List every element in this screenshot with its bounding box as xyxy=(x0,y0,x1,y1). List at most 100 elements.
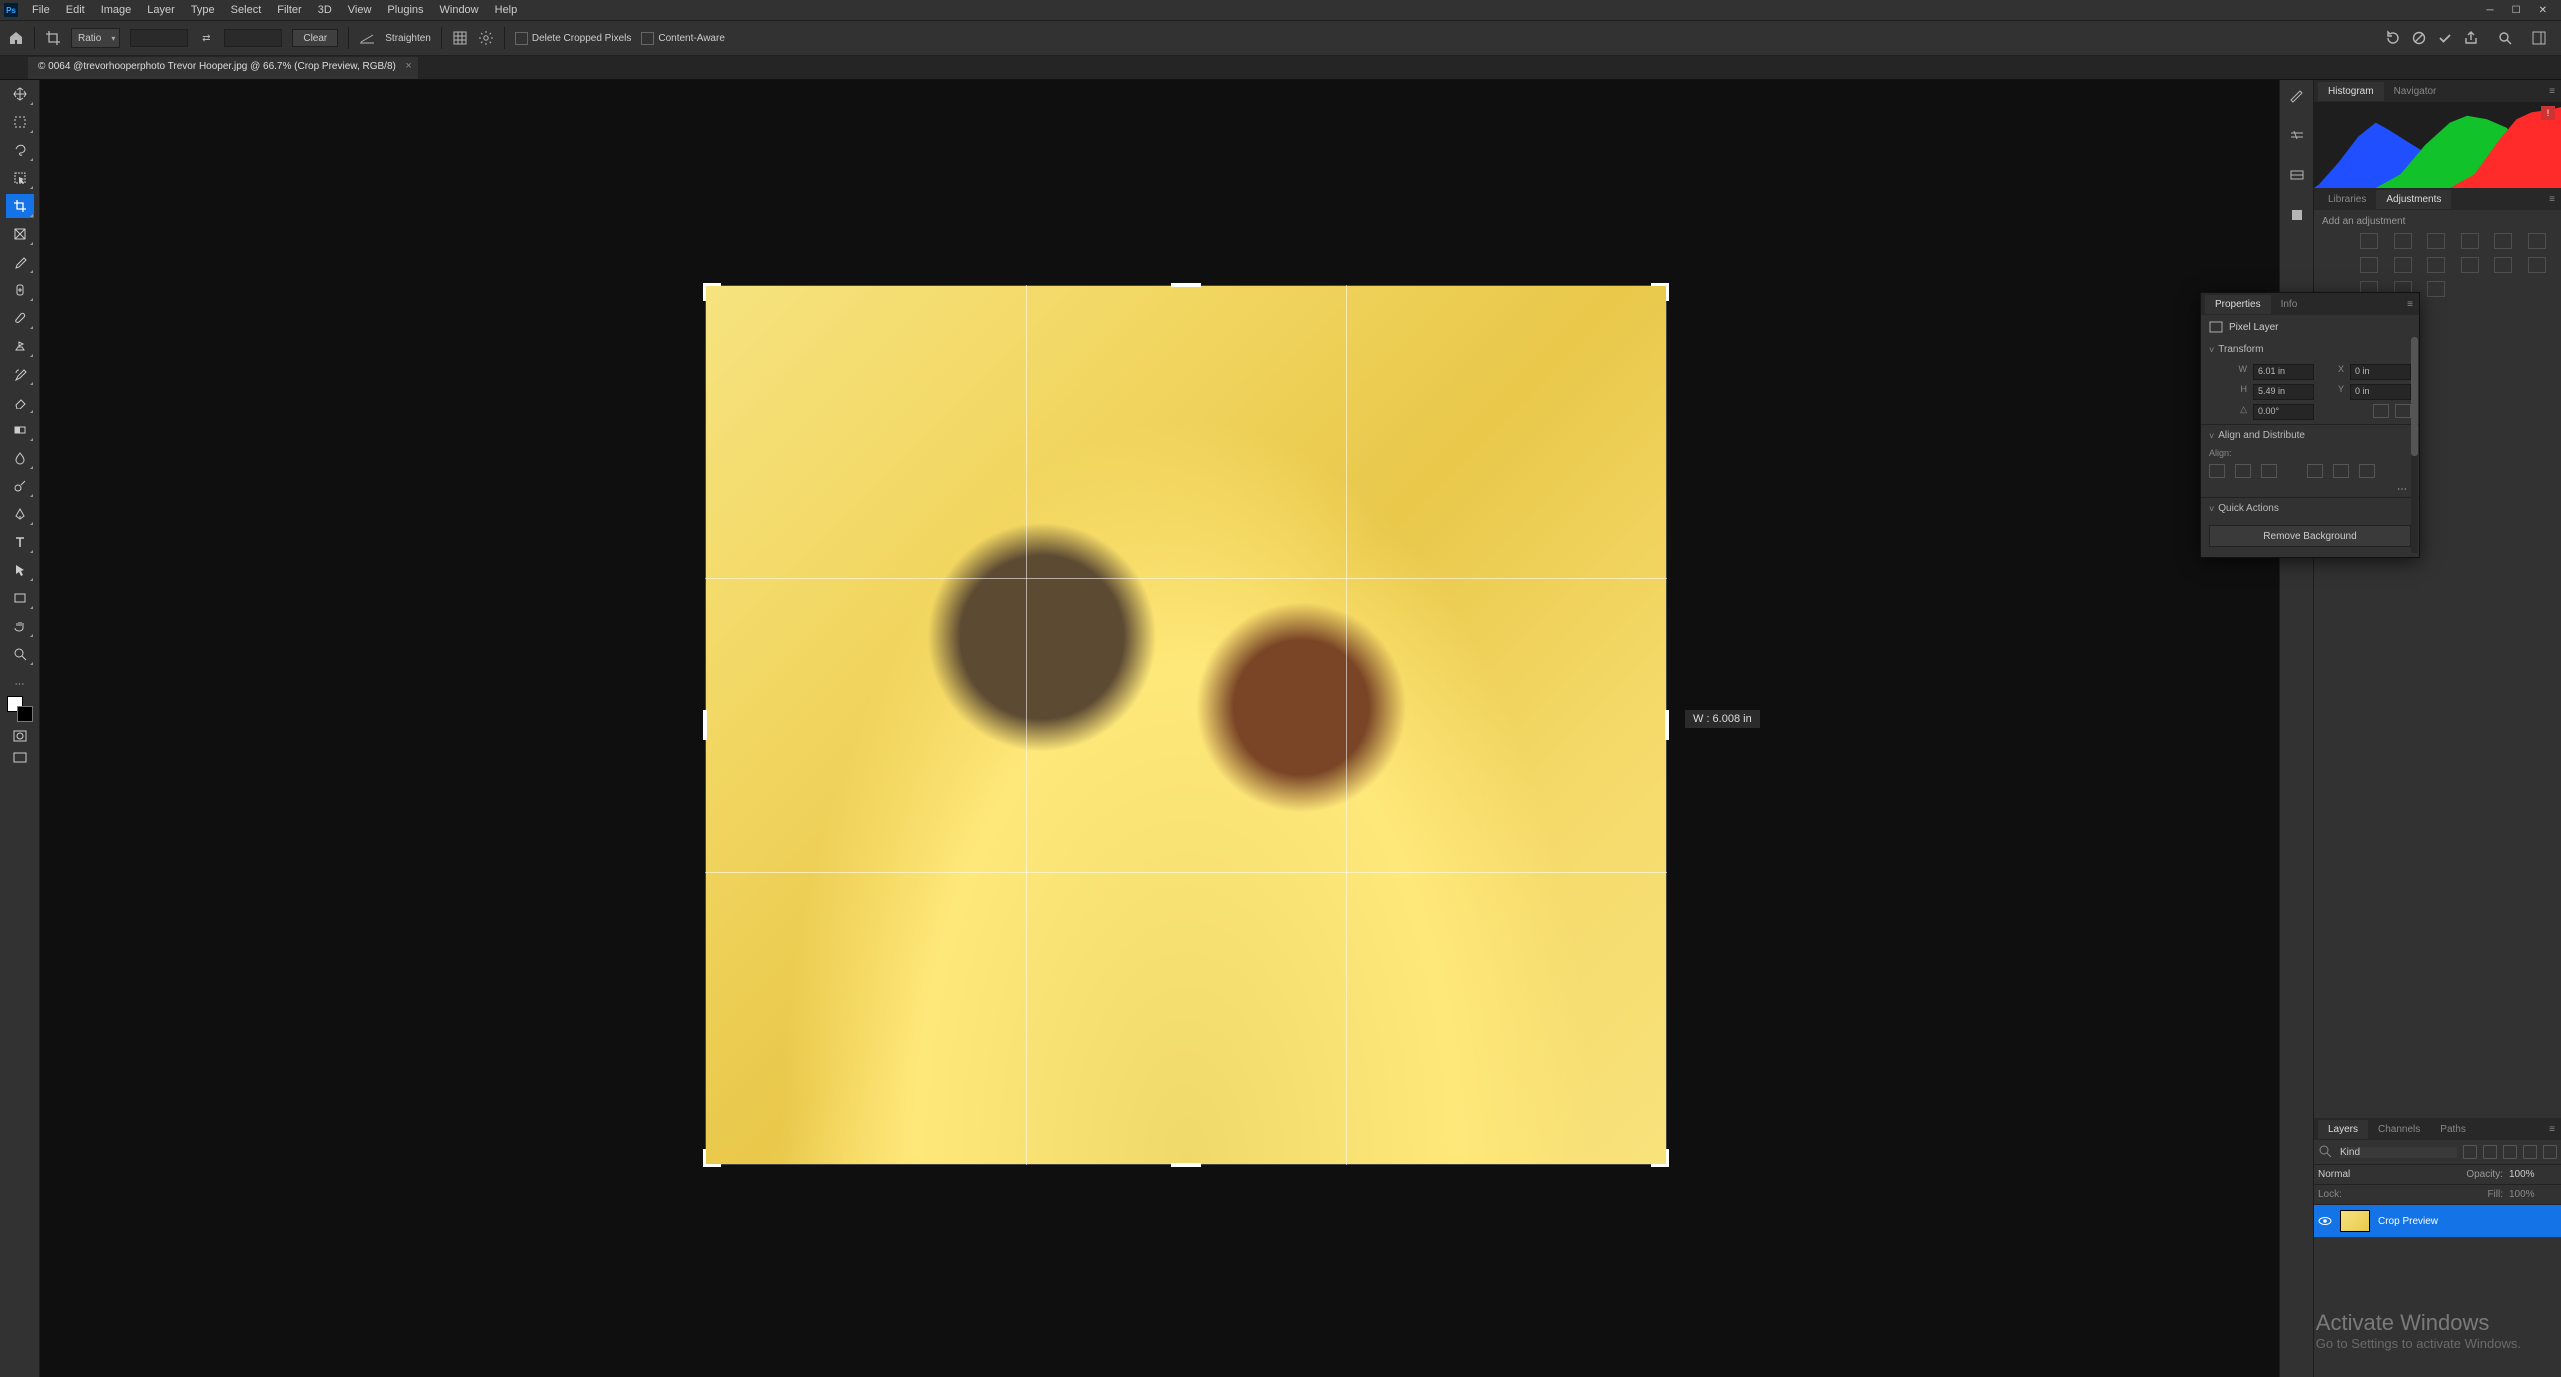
edit-toolbar-icon[interactable]: ⋯ xyxy=(9,676,31,692)
canvas-viewport[interactable]: W : 6.008 in xyxy=(40,80,2279,1377)
tab-channels[interactable]: Channels xyxy=(2368,1120,2430,1139)
crop-handle-tl[interactable] xyxy=(703,283,721,301)
menu-window[interactable]: Window xyxy=(432,2,487,18)
filter-adjust-icon[interactable] xyxy=(2483,1145,2497,1159)
marquee-tool[interactable] xyxy=(6,110,34,134)
crop-handle-tr[interactable] xyxy=(1651,283,1669,301)
visibility-icon[interactable] xyxy=(2318,1214,2332,1228)
quickmask-icon[interactable] xyxy=(9,728,31,744)
opacity-dropdown[interactable]: 100% xyxy=(2509,1169,2557,1180)
menu-help[interactable]: Help xyxy=(487,2,526,18)
adj-posterize-icon[interactable] xyxy=(2528,257,2546,273)
gear-icon[interactable] xyxy=(478,30,494,46)
crop-height-field[interactable] xyxy=(224,29,282,47)
align-section-head[interactable]: Align and Distribute xyxy=(2201,424,2419,446)
gradients-panel-icon[interactable] xyxy=(2288,166,2306,184)
tab-paths[interactable]: Paths xyxy=(2430,1120,2476,1139)
crop-overlay[interactable] xyxy=(705,285,1667,1165)
adj-levels-icon[interactable] xyxy=(2394,233,2412,249)
home-icon[interactable] xyxy=(8,30,24,46)
tab-navigator[interactable]: Navigator xyxy=(2384,82,2447,101)
width-field[interactable]: 6.01 in xyxy=(2253,364,2314,380)
frame-tool[interactable] xyxy=(6,222,34,246)
y-field[interactable]: 0 in xyxy=(2350,384,2411,400)
document-tab[interactable]: © 0064 @trevorhooperphoto Trevor Hooper.… xyxy=(28,57,418,79)
menu-3d[interactable]: 3D xyxy=(310,2,340,18)
zoom-tool[interactable] xyxy=(6,642,34,666)
gradient-tool[interactable] xyxy=(6,418,34,442)
workspace-icon[interactable] xyxy=(2531,30,2547,46)
close-tab-icon[interactable]: × xyxy=(405,60,411,72)
height-field[interactable]: 5.49 in xyxy=(2253,384,2314,400)
content-aware-checkbox[interactable]: Content-Aware xyxy=(641,32,725,45)
overlay-icon[interactable] xyxy=(452,30,468,46)
clear-button[interactable]: Clear xyxy=(292,29,338,47)
cancel-icon[interactable] xyxy=(2411,30,2427,46)
tab-adjustments[interactable]: Adjustments xyxy=(2376,190,2451,209)
align-hcenter-icon[interactable] xyxy=(2235,464,2251,478)
adj-bw-icon[interactable] xyxy=(2360,257,2378,273)
commit-icon[interactable] xyxy=(2437,30,2453,46)
shape-tool[interactable] xyxy=(6,586,34,610)
dodge-tool[interactable] xyxy=(6,474,34,498)
crop-width-field[interactable] xyxy=(130,29,188,47)
more-options-icon[interactable]: ⋯ xyxy=(2397,484,2409,495)
delete-cropped-checkbox[interactable]: Delete Cropped Pixels xyxy=(515,32,632,45)
menu-plugins[interactable]: Plugins xyxy=(379,2,431,18)
panel-menu-icon[interactable]: ≡ xyxy=(2543,86,2561,97)
swap-icon[interactable]: ⇄ xyxy=(198,30,214,46)
angle-field[interactable]: 0.00° xyxy=(2253,404,2314,420)
minimize-icon[interactable]: ─ xyxy=(2487,5,2494,16)
filter-type-icon[interactable] xyxy=(2503,1145,2517,1159)
crop-icon[interactable] xyxy=(45,30,61,46)
menu-image[interactable]: Image xyxy=(93,2,140,18)
type-tool[interactable] xyxy=(6,530,34,554)
crop-handle-bl[interactable] xyxy=(703,1149,721,1167)
align-right-icon[interactable] xyxy=(2261,464,2277,478)
menu-type[interactable]: Type xyxy=(183,2,223,18)
x-field[interactable]: 0 in xyxy=(2350,364,2411,380)
tab-info[interactable]: Info xyxy=(2271,295,2308,314)
layer-filter-kind-dropdown[interactable]: Kind xyxy=(2340,1147,2457,1158)
panel-menu-icon[interactable]: ≡ xyxy=(2543,1124,2561,1135)
adj-brightness-icon[interactable] xyxy=(2360,233,2378,249)
screenmode-icon[interactable] xyxy=(9,750,31,766)
brush-tool[interactable] xyxy=(6,306,34,330)
quick-actions-head[interactable]: Quick Actions xyxy=(2201,497,2419,519)
properties-panel[interactable]: Properties Info ≡ Pixel Layer Transform … xyxy=(2200,292,2420,558)
pen-tool[interactable] xyxy=(6,502,34,526)
swatches-panel-icon[interactable] xyxy=(2288,126,2306,144)
adj-channel-mixer-icon[interactable] xyxy=(2427,257,2445,273)
healing-tool[interactable] xyxy=(6,278,34,302)
layer-thumbnail[interactable] xyxy=(2340,1210,2370,1232)
menu-layer[interactable]: Layer xyxy=(139,2,183,18)
ratio-dropdown[interactable]: Ratio xyxy=(71,28,120,48)
menu-view[interactable]: View xyxy=(340,2,380,18)
blur-tool[interactable] xyxy=(6,446,34,470)
straighten-label[interactable]: Straighten xyxy=(385,33,431,44)
search-icon[interactable] xyxy=(2497,30,2513,46)
menu-select[interactable]: Select xyxy=(223,2,270,18)
lasso-tool[interactable] xyxy=(6,138,34,162)
history-brush-tool[interactable] xyxy=(6,362,34,386)
path-select-tool[interactable] xyxy=(6,558,34,582)
move-tool[interactable] xyxy=(6,82,34,106)
panel-menu-icon[interactable]: ≡ xyxy=(2543,194,2561,205)
layer-row[interactable]: Crop Preview xyxy=(2314,1205,2561,1237)
adj-selective-icon[interactable] xyxy=(2427,281,2445,297)
adj-curves-icon[interactable] xyxy=(2427,233,2445,249)
straighten-icon[interactable] xyxy=(359,30,375,46)
filter-pixel-icon[interactable] xyxy=(2463,1145,2477,1159)
color-panel-icon[interactable] xyxy=(2288,86,2306,104)
share-icon[interactable] xyxy=(2463,30,2479,46)
transform-section-head[interactable]: Transform xyxy=(2201,339,2419,360)
layer-name[interactable]: Crop Preview xyxy=(2378,1216,2438,1227)
adj-photo-filter-icon[interactable] xyxy=(2394,257,2412,273)
fill-dropdown[interactable]: 100% xyxy=(2509,1189,2557,1200)
tab-properties[interactable]: Properties xyxy=(2205,295,2271,314)
clone-tool[interactable] xyxy=(6,334,34,358)
flip-h-icon[interactable] xyxy=(2373,404,2389,418)
adj-invert-icon[interactable] xyxy=(2494,257,2512,273)
crop-tool[interactable] xyxy=(6,194,34,218)
adj-colorlookup-icon[interactable] xyxy=(2461,257,2479,273)
